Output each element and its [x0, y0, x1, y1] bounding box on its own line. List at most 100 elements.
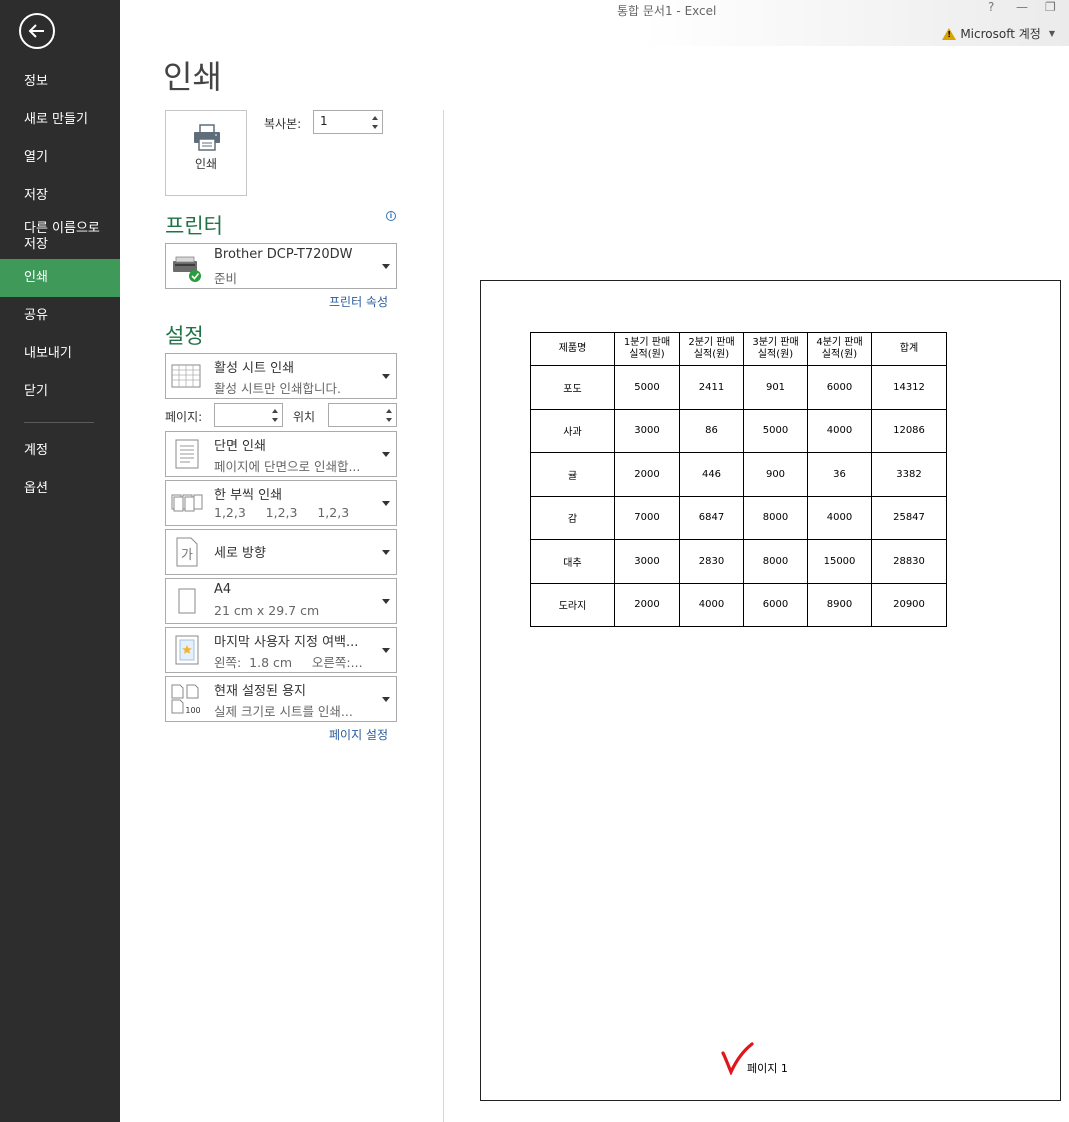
page-setup-link[interactable]: 페이지 설정 [329, 726, 388, 743]
table-cell: 도라지 [530, 582, 615, 627]
info-icon[interactable]: i [386, 211, 396, 221]
nav-close[interactable]: 닫기 [0, 373, 120, 411]
print-button[interactable]: 인쇄 [165, 110, 247, 196]
dropdown-arrow-icon [382, 550, 390, 555]
table-cell: 8000 [743, 539, 808, 584]
page-number: 페이지 1 [747, 1062, 788, 1075]
collate-dropdown[interactable]: 한 부씩 인쇄 1,2,3 1,2,3 1,2,3 [165, 480, 397, 526]
printer-device-icon [173, 256, 201, 282]
nav-share[interactable]: 공유 [0, 297, 120, 335]
pages-to-down-button[interactable] [384, 415, 394, 424]
table-cell: 15000 [807, 539, 872, 584]
copies-value: 1 [320, 114, 328, 128]
nav-open[interactable]: 열기 [0, 139, 120, 177]
dropdown-arrow-icon [382, 697, 390, 702]
table-row: 포도 5000 2411 901 6000 14312 [530, 365, 947, 410]
table-cell: 28830 [871, 539, 947, 584]
print-button-label: 인쇄 [194, 157, 218, 171]
print-what-dropdown[interactable]: 활성 시트 인쇄 활성 시트만 인쇄합니다. [165, 353, 397, 399]
dropdown-arrow-icon [382, 501, 390, 506]
table-cell: 900 [743, 452, 808, 497]
table-cell: 사과 [530, 408, 615, 453]
table-cell: 25847 [871, 495, 947, 540]
printer-icon [194, 124, 220, 151]
nav-new[interactable]: 새로 만들기 [0, 101, 120, 139]
chevron-down-icon: ▼ [1048, 29, 1055, 38]
table-row: 도라지 2000 4000 6000 8900 20900 [530, 582, 947, 627]
table-cell: 3000 [614, 539, 680, 584]
scaling-dropdown[interactable]: 100 현재 설정된 용지 실제 크기로 시트를 인쇄... [165, 676, 397, 722]
page-title: 인쇄 [163, 58, 222, 96]
pages-to-label: 위치 [293, 410, 316, 424]
back-arrow-icon [28, 24, 44, 38]
backstage-nav: 정보 새로 만들기 열기 저장 다른 이름으로 저장 인쇄 공유 내보내기 닫기… [0, 63, 120, 508]
copies-down-button[interactable] [370, 122, 380, 131]
sides-dropdown[interactable]: 단면 인쇄 페이지에 단면으로 인쇄합... [165, 431, 397, 477]
margins-dropdown[interactable]: 마지막 사용자 지정 여백... 왼쪽: 1.8 cm 오른쪽:... [165, 627, 397, 673]
pages-from-down-button[interactable] [270, 415, 280, 424]
help-button[interactable]: ? [988, 0, 994, 14]
pages-from-up-button[interactable] [270, 406, 280, 415]
table-cell: 3000 [614, 408, 680, 453]
table-cell: 2000 [614, 452, 680, 497]
table-cell: 446 [679, 452, 744, 497]
dropdown-arrow-icon [382, 374, 390, 379]
title-bar: 통합 문서1 - Excel ? — ❐ ! Microsoft 계정 ▼ [120, 0, 1069, 46]
scaling-desc: 실제 크기로 시트를 인쇄... [214, 704, 353, 719]
column-header: 합계 [871, 332, 947, 366]
paper-size-dropdown[interactable]: A4 21 cm x 29.7 cm [165, 578, 397, 624]
settings-heading: 설정 [165, 324, 204, 348]
nav-divider [24, 422, 94, 423]
table-cell: 8900 [807, 582, 872, 627]
table-cell: 4000 [807, 495, 872, 540]
pages-to-stepper[interactable] [328, 403, 397, 427]
nav-info[interactable]: 정보 [0, 63, 120, 101]
pages-from-stepper[interactable] [214, 403, 283, 427]
orientation-dropdown[interactable]: 가 세로 방향 [165, 529, 397, 575]
table-cell: 20900 [871, 582, 947, 627]
nav-options[interactable]: 옵션 [0, 470, 120, 508]
column-header: 2분기 판매 실적(원) [679, 332, 744, 366]
printer-properties-link[interactable]: 프린터 속성 [329, 293, 388, 310]
table-cell: 12086 [871, 408, 947, 453]
pages-to-up-button[interactable] [384, 406, 394, 415]
nav-print[interactable]: 인쇄 [0, 259, 120, 297]
printer-heading: 프린터 [165, 214, 223, 238]
table-cell: 14312 [871, 365, 947, 410]
account-button[interactable]: ! Microsoft 계정 ▼ [942, 25, 1055, 42]
restore-button[interactable]: ❐ [1045, 0, 1056, 14]
nav-save-as[interactable]: 다른 이름으로 저장 [0, 215, 120, 259]
table-cell: 5000 [743, 408, 808, 453]
table-cell: 2000 [614, 582, 680, 627]
collate-desc: 1,2,3 1,2,3 1,2,3 [214, 505, 350, 520]
minimize-button[interactable]: — [1016, 0, 1028, 14]
table-cell: 포도 [530, 365, 615, 410]
printer-dropdown[interactable]: Brother DCP-T720DW 준비 [165, 243, 397, 289]
copies-stepper[interactable]: 1 [313, 110, 383, 134]
nav-account[interactable]: 계정 [0, 432, 120, 470]
back-button[interactable] [19, 13, 55, 49]
collated-icon [171, 494, 203, 512]
table-cell: 901 [743, 365, 808, 410]
printer-name: Brother DCP-T720DW [214, 247, 353, 262]
backstage-sidebar: 정보 새로 만들기 열기 저장 다른 이름으로 저장 인쇄 공유 내보내기 닫기… [0, 0, 120, 1122]
paper-size-desc: 21 cm x 29.7 cm [214, 603, 320, 618]
table-cell: 7000 [614, 495, 680, 540]
table-cell: 6000 [743, 582, 808, 627]
collate-title: 한 부씩 인쇄 [214, 488, 283, 503]
nav-export[interactable]: 내보내기 [0, 335, 120, 373]
print-preview-page: 제품명 1분기 판매 실적(원) 2분기 판매 실적(원) 3분기 판매 실적(… [480, 280, 1061, 1101]
dropdown-arrow-icon [382, 599, 390, 604]
table-row: 귤 2000 446 900 36 3382 [530, 452, 947, 497]
margins-icon [175, 635, 199, 665]
window-title: 통합 문서1 - Excel [617, 4, 717, 18]
margins-title: 마지막 사용자 지정 여백... [214, 635, 359, 650]
svg-text:100: 100 [185, 706, 200, 715]
sides-desc: 페이지에 단면으로 인쇄합... [214, 459, 361, 474]
nav-save[interactable]: 저장 [0, 177, 120, 215]
table-header-row: 제품명 1분기 판매 실적(원) 2분기 판매 실적(원) 3분기 판매 실적(… [530, 332, 947, 366]
copies-up-button[interactable] [370, 113, 380, 122]
warning-icon: ! [942, 27, 957, 40]
preview-table: 제품명 1분기 판매 실적(원) 2분기 판매 실적(원) 3분기 판매 실적(… [530, 332, 947, 627]
margins-desc: 왼쪽: 1.8 cm 오른쪽:... [214, 655, 363, 670]
